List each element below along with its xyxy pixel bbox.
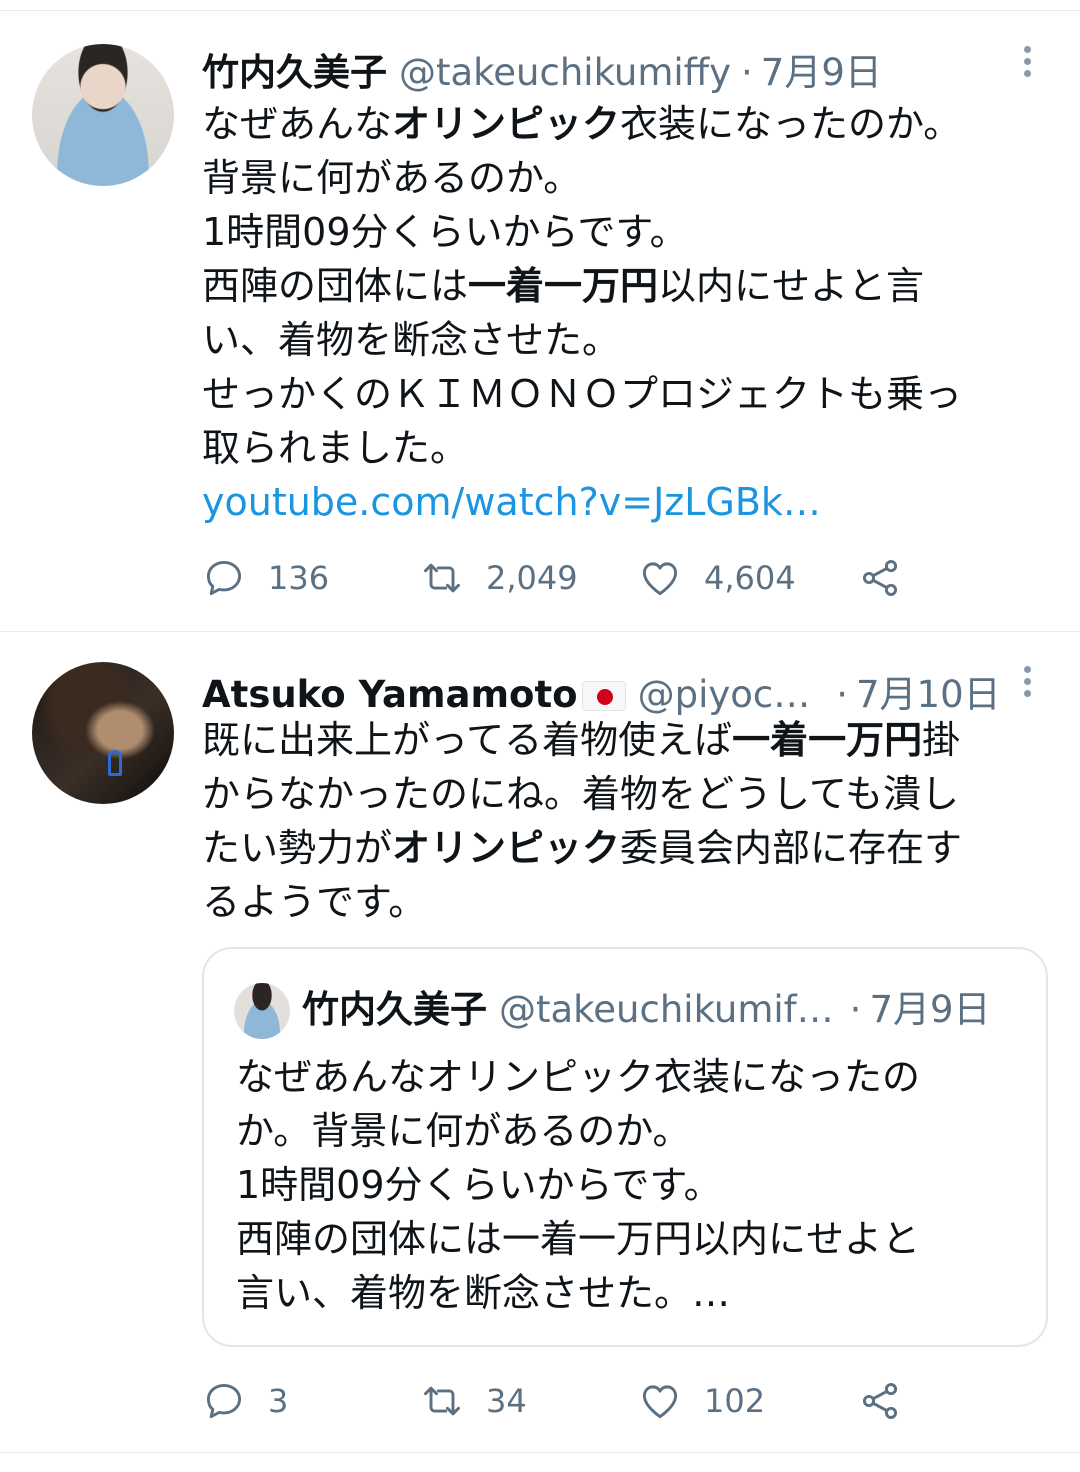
quoted-author-name: 竹内久美子 xyxy=(302,988,487,1031)
heart-icon xyxy=(642,1385,678,1419)
avatar[interactable] xyxy=(32,662,174,804)
author-name[interactable]: Atsuko Yamamoto xyxy=(202,673,578,716)
retweet-button[interactable]: 34 xyxy=(420,1375,527,1427)
tweet-line: るようです。 xyxy=(202,880,427,924)
share-button[interactable] xyxy=(858,552,902,604)
hashtag-keyword: 一着一万円 xyxy=(732,718,923,762)
tweet-actions: 136 2,049 4,604 xyxy=(202,552,1022,604)
tweet-line: 西陣の団体には一着一万円以内にせよと言 xyxy=(202,264,925,308)
heart-icon xyxy=(642,562,678,596)
share-icon xyxy=(862,560,898,596)
retweet-button[interactable]: 2,049 xyxy=(420,552,578,604)
separator-dot: · xyxy=(836,673,848,716)
quoted-text: なぜあんなオリンピック衣装になったの か。背景に何があるのか。 1時間09分くら… xyxy=(236,1050,1026,1320)
reply-icon xyxy=(206,1383,242,1419)
tweet-line: 1時間09分くらいからです。 xyxy=(202,210,688,254)
retweet-icon xyxy=(424,1386,460,1416)
share-icon xyxy=(862,1383,898,1419)
quoted-avatar xyxy=(234,983,290,1039)
tweet-header: 竹内久美子 @takeuchikumiffy · 7月9日 xyxy=(202,42,882,94)
avatar[interactable] xyxy=(32,44,174,186)
tweet-text: なぜあんなオリンピック衣装になったのか。 背景に何があるのか。 1時間09分くら… xyxy=(202,97,1062,529)
reply-count: 3 xyxy=(268,1382,289,1420)
tweet-line: なぜあんなオリンピック衣装になったのか。 xyxy=(202,102,962,146)
quoted-line: なぜあんなオリンピック衣装になったの xyxy=(236,1055,921,1099)
more-options-icon[interactable] xyxy=(1020,666,1034,706)
like-button[interactable]: 102 xyxy=(638,1375,765,1427)
quoted-line: 1時間09分くらいからです。 xyxy=(236,1163,722,1207)
hashtag-keyword: オリンピック xyxy=(392,102,621,146)
reply-button[interactable]: 3 xyxy=(202,1375,288,1427)
author-name[interactable]: 竹内久美子 xyxy=(202,42,387,96)
tweet-line: 既に出来上がってる着物使えば一着一万円掛 xyxy=(202,718,961,762)
author-handle[interactable]: @takeuchikumiffy xyxy=(399,51,731,94)
share-button[interactable] xyxy=(858,1375,902,1427)
tweet-line: 背景に何があるのか。 xyxy=(202,156,582,200)
reply-icon xyxy=(206,560,242,596)
ribbon-earring xyxy=(108,750,122,776)
reply-count: 136 xyxy=(268,559,330,597)
tweet[interactable]: 竹内久美子 @takeuchikumiffy · 7月9日 なぜあんなオリンピッ… xyxy=(0,0,1080,632)
quoted-line: 西陣の団体には一着一万円以内にせよと xyxy=(236,1217,921,1261)
tweet-divider xyxy=(0,631,1080,632)
tweet-actions: 3 34 102 xyxy=(202,1375,1022,1427)
hashtag-keyword: オリンピック xyxy=(392,826,621,870)
tweet-link[interactable]: youtube.com/watch?v=JzLGBk… xyxy=(202,475,1062,529)
tweet-line: たい勢力がオリンピック委員会内部に存在す xyxy=(202,826,963,870)
like-count: 4,604 xyxy=(704,559,796,597)
quoted-line: 言い、着物を断念させた。… xyxy=(236,1271,731,1315)
retweet-count: 34 xyxy=(486,1382,527,1420)
tweet-header: Atsuko Yamamoto @piyoc… · 7月10日 xyxy=(202,664,1001,716)
tweet-date[interactable]: 7月9日 xyxy=(761,42,882,96)
separator-dot: · xyxy=(849,988,862,1031)
tweet-text: 既に出来上がってる着物使えば一着一万円掛 からなかったのにね。着物をどうしても潰… xyxy=(202,713,1062,929)
author-handle[interactable]: @piyoc… xyxy=(638,673,811,716)
quoted-author-handle: @takeuchikumif… xyxy=(499,988,834,1031)
japan-flag-icon xyxy=(581,681,626,711)
hashtag-keyword: 一着一万円 xyxy=(468,264,659,308)
like-count: 102 xyxy=(704,1382,766,1420)
retweet-count: 2,049 xyxy=(486,559,578,597)
tweet-date[interactable]: 7月10日 xyxy=(856,664,1001,718)
separator-dot: · xyxy=(741,51,753,94)
reply-button[interactable]: 136 xyxy=(202,552,329,604)
quoted-line: か。背景に何があるのか。 xyxy=(236,1109,691,1153)
retweet-icon xyxy=(424,563,460,593)
quoted-header: 竹内久美子 @takeuchikumif… · 7月9日 xyxy=(302,979,991,1033)
quoted-tweet[interactable]: 竹内久美子 @takeuchikumif… · 7月9日 なぜあんなオリンピック… xyxy=(202,947,1048,1347)
tweet-line: い、着物を断念させた。 xyxy=(202,318,621,362)
tweet-line: 取られました。 xyxy=(202,426,469,470)
tweet-divider xyxy=(0,1452,1080,1453)
tweet-line: からなかったのにね。着物をどうしても潰し xyxy=(202,772,959,816)
more-options-icon[interactable] xyxy=(1020,46,1034,86)
quoted-date: 7月9日 xyxy=(869,988,991,1031)
like-button[interactable]: 4,604 xyxy=(638,552,796,604)
tweet-line: せっかくのＫＩＭＯＮＯプロジェクトも乗っ xyxy=(202,372,963,416)
